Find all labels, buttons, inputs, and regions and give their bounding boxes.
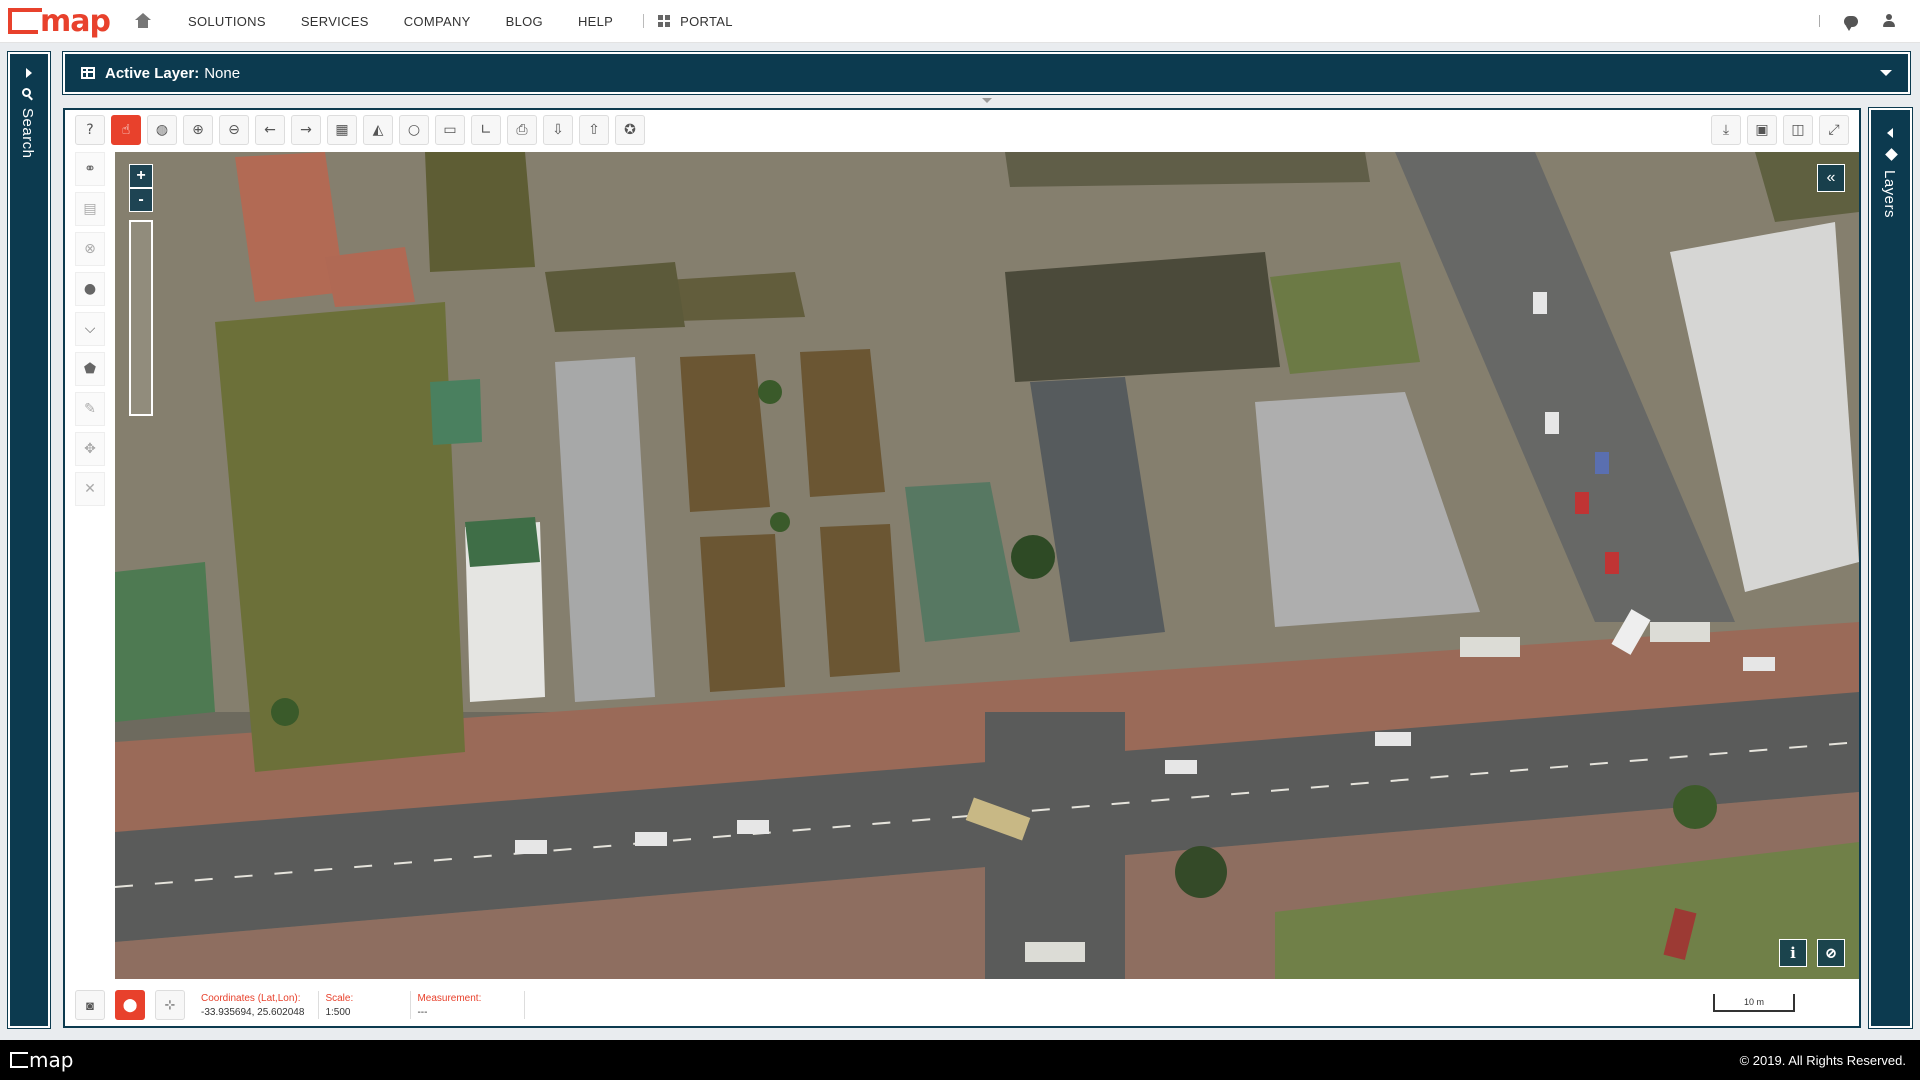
fullscreen-icon[interactable]: ⤢ [1819, 115, 1849, 145]
image-export-icon[interactable]: ▣ [1747, 115, 1777, 145]
draw-circle-icon[interactable]: ● [75, 272, 105, 306]
draw-line-icon[interactable]: ⌵ [75, 312, 105, 346]
settings-wheel-icon[interactable]: ✪ [615, 115, 645, 145]
scale-bar: 10 m [1713, 994, 1795, 1012]
footer-logo-mark-icon [10, 1052, 28, 1068]
arrow-back-icon[interactable]: ← [255, 115, 285, 145]
user-icon[interactable] [1882, 14, 1896, 28]
scale-value: 1:500 [325, 1006, 351, 1018]
angle-icon[interactable]: ∟ [471, 115, 501, 145]
coordinates-label: Coordinates (Lat,Lon): [201, 992, 301, 1004]
active-layer-bar[interactable]: Active Layer: None [62, 51, 1911, 95]
camera-icon[interactable]: ◙ [75, 990, 105, 1020]
portal-grid-icon [658, 15, 671, 27]
pan-hand-icon[interactable]: ☝ [111, 115, 141, 145]
footer-logo-text: map [29, 1048, 74, 1072]
zoom-slider[interactable] [129, 220, 153, 416]
zoom-out-icon[interactable]: ⊖ [219, 115, 249, 145]
area-chart-icon[interactable]: ◭ [363, 115, 393, 145]
nav-right-divider [1819, 15, 1820, 27]
chat-icon[interactable] [1844, 15, 1858, 31]
ruler-icon[interactable]: ▭ [435, 115, 465, 145]
upload-icon[interactable]: ⇧ [579, 115, 609, 145]
footer: map © 2019. All Rights Reserved. [0, 1040, 1920, 1080]
home-icon[interactable] [134, 13, 152, 29]
top-navbar: map SOLUTIONS SERVICES COMPANY BLOG HELP… [0, 0, 1920, 43]
layer-bar-collapse-handle[interactable] [975, 97, 999, 104]
logo-mark-icon [8, 8, 42, 34]
split-view-icon[interactable]: ◫ [1783, 115, 1813, 145]
nav-blog[interactable]: BLOG [506, 14, 543, 29]
nav-divider [643, 14, 645, 28]
help-icon[interactable]: ? [75, 115, 105, 145]
map-toolbar: ? ☝ ◍ ⊕ ⊖ ← → ▦ ◭ ○ ▭ ∟ ⎙ ⇩ ⇧ ✪ [75, 115, 645, 145]
info-button[interactable]: i [1779, 939, 1807, 967]
zoom-in-button[interactable]: + [129, 164, 153, 188]
aerial-imagery [115, 152, 1859, 979]
zoom-in-icon[interactable]: ⊕ [183, 115, 213, 145]
table-icon [81, 67, 95, 79]
scale-readout: Scale: 1:500 [325, 991, 412, 1019]
attach-button[interactable]: ⊘ [1817, 939, 1845, 967]
chevron-down-icon[interactable] [1880, 70, 1892, 76]
location-pin-icon[interactable]: ⬤ [115, 990, 145, 1020]
nav-company[interactable]: COMPANY [404, 14, 471, 29]
zoom-control: + - [129, 164, 153, 416]
zoom-out-button[interactable]: - [129, 188, 153, 212]
circle-select-icon[interactable]: ○ [399, 115, 429, 145]
search-panel-toggle[interactable]: Search [7, 51, 51, 1029]
scale-label: Scale: [325, 992, 354, 1004]
nav-portal[interactable]: PORTAL [680, 14, 733, 29]
map-panel: ? ☝ ◍ ⊕ ⊖ ← → ▦ ◭ ○ ▭ ∟ ⎙ ⇩ ⇧ ✪ ⤓ ▣ ◫ ⤢ … [63, 108, 1861, 1028]
map-toolbar-right: ⤓ ▣ ◫ ⤢ [1711, 115, 1849, 145]
globe-icon[interactable]: ◍ [147, 115, 177, 145]
clear-circle-icon[interactable]: ⊗ [75, 232, 105, 266]
export-download-icon[interactable]: ⤓ [1711, 115, 1741, 145]
active-layer-label: Active Layer: [105, 64, 200, 82]
coordinates-value: -33.935694, 25.602048 [201, 1006, 305, 1018]
footer-logo[interactable]: map [10, 1048, 73, 1072]
arrow-forward-icon[interactable]: → [291, 115, 321, 145]
search-icon [22, 88, 31, 97]
drawing-tools: ⚭ ▤ ⊗ ● ⌵ ⬟ ✎ ✥ ✕ [75, 152, 105, 506]
brand-logo[interactable]: map [8, 0, 111, 43]
search-panel-label: Search [19, 108, 36, 159]
coordinates-readout: Coordinates (Lat,Lon): -33.935694, 25.60… [201, 991, 320, 1019]
measurement-label: Measurement: [417, 992, 482, 1004]
layers-panel-label: Layers [1881, 170, 1898, 219]
collapse-overview-button[interactable]: « [1817, 164, 1845, 192]
map-icon[interactable]: ▤ [75, 192, 105, 226]
delete-icon[interactable]: ✕ [75, 472, 105, 506]
draw-polygon-icon[interactable]: ⬟ [75, 352, 105, 386]
table-grid-icon[interactable]: ▦ [327, 115, 357, 145]
layers-icon [1885, 148, 1898, 161]
layers-panel-toggle[interactable]: Layers [1868, 107, 1913, 1029]
expand-right-icon [26, 68, 32, 78]
measurement-value: --- [417, 1006, 428, 1018]
measurement-readout: Measurement: --- [417, 991, 526, 1019]
nav-help[interactable]: HELP [578, 14, 613, 29]
nav-services[interactable]: SERVICES [301, 14, 369, 29]
map-status-bar: ◙ ⬤ ⊹ Coordinates (Lat,Lon): -33.935694,… [75, 988, 1851, 1022]
copyright-text: © 2019. All Rights Reserved. [1739, 1052, 1906, 1068]
expand-left-icon [1887, 128, 1893, 138]
active-layer-value: None [204, 64, 241, 82]
nav-solutions[interactable]: SOLUTIONS [188, 14, 266, 29]
download-icon[interactable]: ⇩ [543, 115, 573, 145]
move-icon[interactable]: ✥ [75, 432, 105, 466]
crosshair-icon[interactable]: ⊹ [155, 990, 185, 1020]
aerial-map-view[interactable]: + - « i ⊘ [115, 152, 1859, 979]
binoculars-icon[interactable]: ⚭ [75, 152, 105, 186]
print-icon[interactable]: ⎙ [507, 115, 537, 145]
logo-text: map [40, 3, 111, 39]
edit-pencil-icon[interactable]: ✎ [75, 392, 105, 426]
